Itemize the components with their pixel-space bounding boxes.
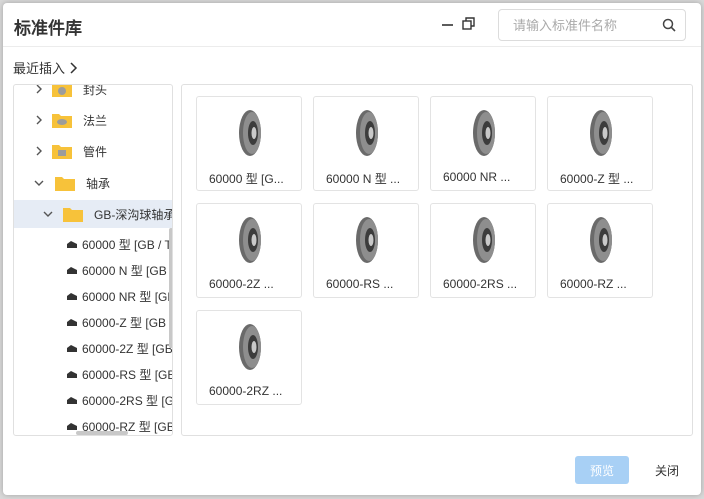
part-card-label: 60000 N 型 ... [326,172,401,186]
part-card[interactable]: 60000 型 [G... [196,96,302,191]
preview-button[interactable]: 预览 [575,456,629,484]
tree-item-label: 轴承 [86,176,111,191]
search-input[interactable] [499,10,649,40]
tree-leaf-label: 60000 型 [GB / T 276] [82,237,172,252]
tree-leaf-label: 60000-2RS 型 [GB / T 276] [82,393,172,408]
part-icon [67,267,77,274]
part-icon [67,423,77,430]
tree-horizontal-scrollbar[interactable] [76,431,128,435]
tree-leaf[interactable]: 60000-2RS 型 [GB / T 276] [14,387,172,413]
part-icon [67,397,77,404]
part-card[interactable]: 60000-RZ ... [547,203,653,298]
chevron-right-icon [70,61,78,74]
part-card[interactable]: 60000 NR ... [430,96,536,191]
tree-leaf[interactable]: 60000 型 [GB / T 276] [14,231,172,257]
part-card[interactable]: 60000-2RS ... [430,203,536,298]
tree-leaf-label: 60000-Z 型 [GB / T 276] [82,315,172,330]
tree-item-end-cap[interactable]: 封头 [14,84,172,102]
caret-down-icon[interactable] [43,209,53,219]
part-card-label: 60000-RS ... [326,277,394,291]
breadcrumb[interactable]: 最近插入 [13,58,78,77]
breadcrumb-recent-insert[interactable]: 最近插入 [13,58,65,77]
part-icon [67,345,77,352]
tree-item-gb-deep-groove[interactable]: GB-深沟球轴承 [14,200,172,228]
tree-leaf-label: 60000 N 型 [GB / T 276] [82,263,172,278]
tree-item-label: 管件 [83,144,108,159]
tree-leaf[interactable]: 60000-Z 型 [GB / T 276] [14,309,172,335]
tree-leaf-label: 60000-RS 型 [GB / T 276] [82,367,172,382]
part-icon [67,293,77,300]
bearing-icon [356,217,378,263]
dialog-title: 标准件库 [14,19,82,38]
bearing-icon [473,217,495,263]
caret-right-icon[interactable] [34,115,44,125]
tree-leaf[interactable]: 60000 NR 型 [GB / T 276] [14,283,172,309]
part-card[interactable]: 60000 N 型 ... [313,96,419,191]
part-card-label: 60000-2RZ ... [209,384,283,398]
part-card[interactable]: 60000-2Z ... [196,203,302,298]
tree-leaf[interactable]: 60000 N 型 [GB / T 276] [14,257,172,283]
parts-grid: 60000 型 [G... 60000 N 型 ... 60000 NR ...… [181,84,693,436]
folder-icon [63,208,83,222]
bearing-icon [590,110,612,156]
minimize-icon[interactable] [440,16,456,32]
part-card-label: 60000 NR ... [443,170,511,184]
tree-leaf[interactable]: 60000-2Z 型 [GB / T 276] [14,335,172,361]
part-card-label: 60000 型 [G... [209,172,284,186]
part-card-label: 60000-2Z ... [209,277,274,291]
part-card[interactable]: 60000-2RZ ... [196,310,302,405]
folder-icon [55,177,75,191]
folder-icon [52,145,72,159]
caret-right-icon[interactable] [34,84,44,94]
tree-item-label: 法兰 [83,113,108,128]
caret-right-icon[interactable] [34,146,44,156]
search-box [498,9,686,41]
bearing-icon [239,110,261,156]
bearing-icon [473,110,495,156]
part-icon [67,241,77,248]
part-icon [67,371,77,378]
part-card-label: 60000-2RS ... [443,277,518,291]
tree-leaf-label: 60000 NR 型 [GB / T 276] [82,289,172,304]
bearing-icon [239,324,261,370]
dialog-header: 标准件库 [3,3,701,47]
tree-leaf-label: 60000-2Z 型 [GB / T 276] [82,341,173,356]
standard-parts-dialog: 标准件库 最近插入 封头 [3,3,701,495]
tree-item-bearing[interactable]: 轴承 [14,170,172,196]
close-button[interactable]: 关闭 [647,456,687,484]
tree-item-label: 封头 [83,84,108,97]
restore-icon[interactable] [461,16,477,32]
folder-icon [52,85,72,97]
search-icon[interactable] [662,18,676,32]
tree-item-flange[interactable]: 法兰 [14,107,172,133]
caret-down-icon[interactable] [34,178,44,188]
tree-leaf[interactable]: 60000-RS 型 [GB / T 276] [14,361,172,387]
bearing-icon [356,110,378,156]
tree-vertical-scrollbar[interactable] [169,228,172,348]
part-icon [67,319,77,326]
part-card[interactable]: 60000-RS ... [313,203,419,298]
part-card-label: 60000-Z 型 ... [560,172,634,186]
bearing-icon [590,217,612,263]
tree-item-label: GB-深沟球轴承 [94,207,173,222]
tree-item-pipe-fitting[interactable]: 管件 [14,138,172,164]
folder-icon [52,114,72,128]
part-card-label: 60000-RZ ... [560,277,627,291]
part-card[interactable]: 60000-Z 型 ... [547,96,653,191]
bearing-icon [239,217,261,263]
category-tree: 封头 法兰 管件 轴承 GB-深沟球轴承 60000 型 [GB / 60000… [13,84,173,436]
